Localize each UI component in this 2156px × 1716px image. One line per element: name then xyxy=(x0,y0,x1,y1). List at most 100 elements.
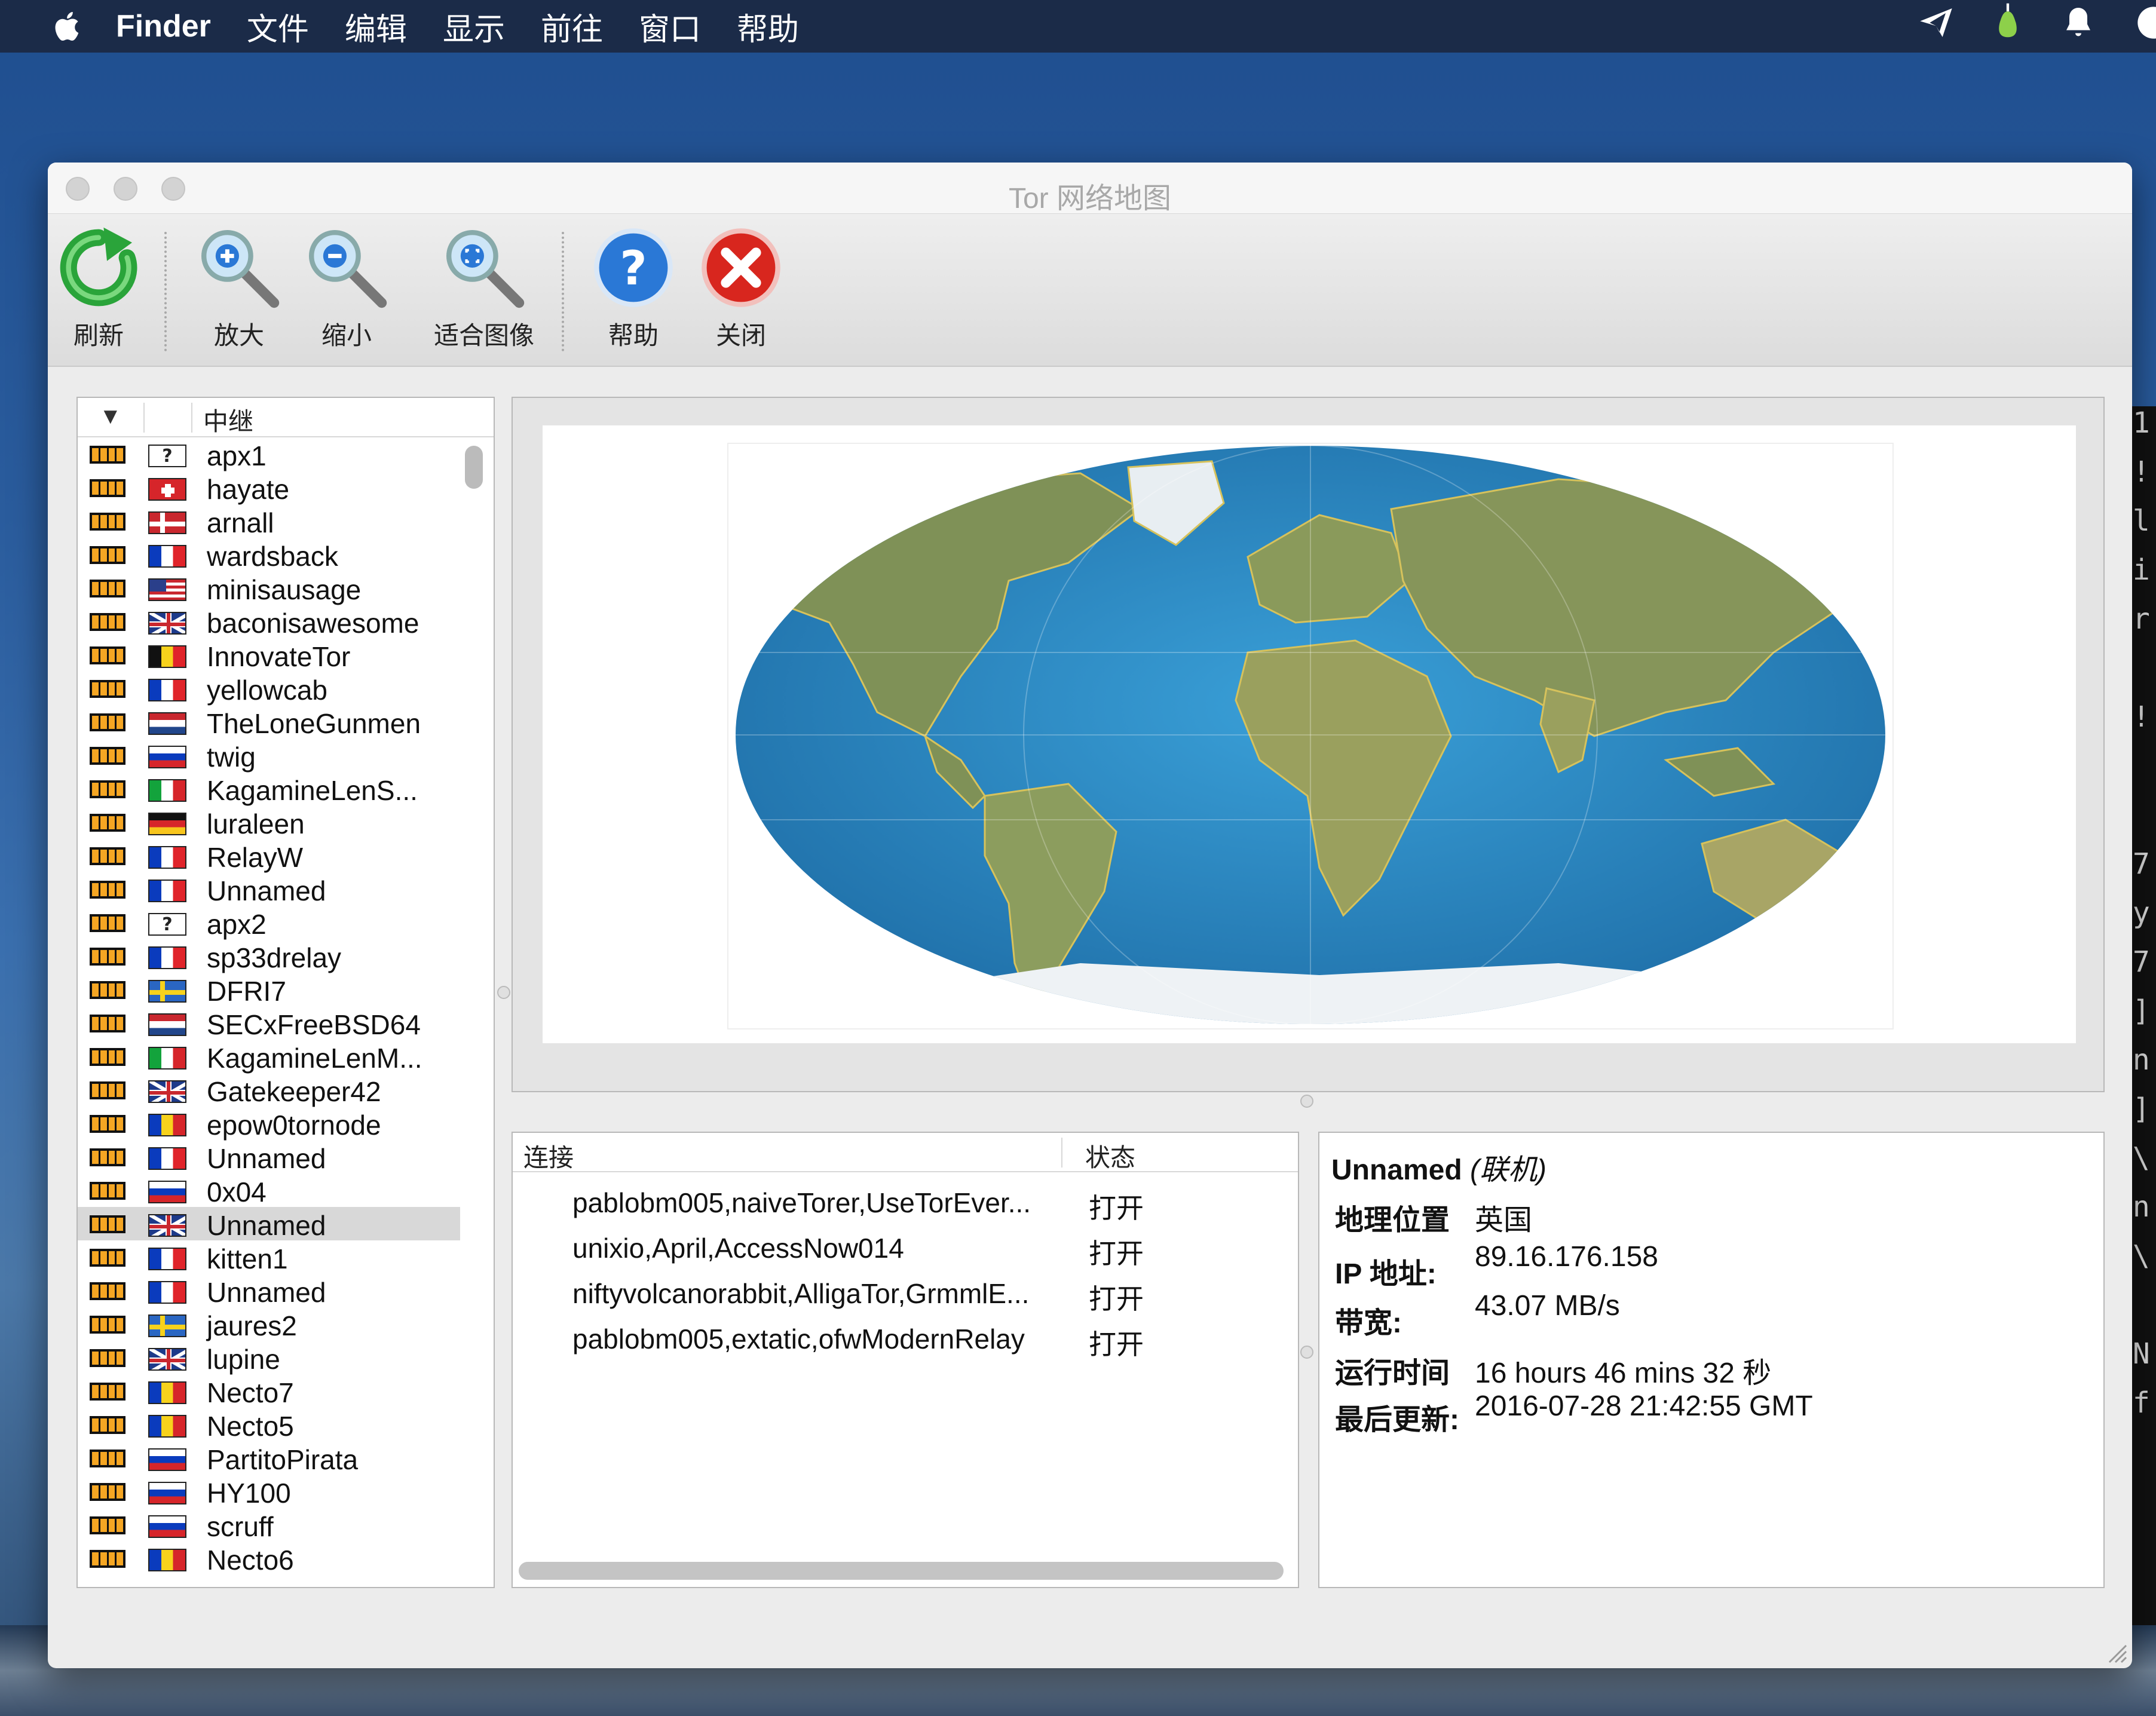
relay-row[interactable]: RelayW xyxy=(78,839,460,873)
relay-column-header[interactable]: 中继 xyxy=(203,402,253,438)
relay-row[interactable]: sp33drelay xyxy=(78,939,460,973)
relay-row[interactable]: lupine xyxy=(78,1341,460,1375)
bandwidth-icon xyxy=(90,1282,125,1300)
menu-file[interactable]: 文件 xyxy=(247,4,309,49)
bandwidth-icon xyxy=(90,1516,125,1534)
relay-row[interactable]: Unnamed xyxy=(78,1140,460,1174)
bandwidth-icon xyxy=(90,1550,125,1568)
relay-row[interactable]: 0x04 xyxy=(78,1173,460,1208)
relay-row[interactable]: ? apx1 xyxy=(78,437,460,471)
relay-row[interactable]: arnall xyxy=(78,504,460,538)
relay-row[interactable]: KagamineLenM... xyxy=(78,1040,460,1074)
relay-row[interactable]: epow0tornode xyxy=(78,1107,460,1141)
relay-row[interactable]: yellowcab xyxy=(78,672,460,706)
bandwidth-icon xyxy=(90,814,125,832)
relay-row[interactable]: kitten1 xyxy=(78,1240,460,1274)
relay-name: Unnamed xyxy=(207,1210,326,1241)
connection-column-header[interactable]: 连接 xyxy=(523,1138,574,1174)
relay-row[interactable]: scruff xyxy=(78,1508,460,1542)
menu-bar: Finder 文件 编辑 显示 前往 窗口 帮助 xyxy=(0,0,2156,53)
connection-row[interactable]: pablobm005,naiveTorer,UseTorEver... 打开 xyxy=(513,1181,1298,1226)
split-handle-inner[interactable] xyxy=(1300,1346,1313,1359)
relay-row[interactable]: KagamineLenS... xyxy=(78,772,460,806)
refresh-button[interactable]: 刷新 xyxy=(54,214,143,367)
title-bar[interactable]: Tor 网络地图 xyxy=(48,163,2132,214)
relay-row[interactable]: PartitoPirata xyxy=(78,1441,460,1475)
menu-edit[interactable]: 编辑 xyxy=(345,4,407,49)
menu-help[interactable]: 帮助 xyxy=(737,4,799,49)
relay-row[interactable]: wardsback xyxy=(78,538,460,572)
relay-info-name: Unnamed xyxy=(1331,1154,1462,1186)
connections-scrollbar[interactable] xyxy=(519,1562,1284,1580)
paper-plane-icon[interactable] xyxy=(1917,4,1955,50)
help-button[interactable]: ? 帮助 xyxy=(586,214,681,367)
relay-row[interactable]: SECxFreeBSD64 xyxy=(78,1006,460,1040)
pear-icon[interactable] xyxy=(1991,2,2025,51)
relay-info-state: (联机) xyxy=(1470,1154,1547,1186)
relay-name: kitten1 xyxy=(207,1243,288,1274)
relay-row[interactable]: HY100 xyxy=(78,1475,460,1509)
zoom-out-button[interactable]: 缩小 xyxy=(299,214,394,367)
relay-row[interactable]: Necto7 xyxy=(78,1374,460,1408)
help-icon: ? xyxy=(594,228,673,307)
zoom-in-button[interactable]: 放大 xyxy=(191,214,287,367)
country-flag-icon xyxy=(148,645,186,668)
relay-row[interactable]: luraleen xyxy=(78,805,460,839)
close-label: 关闭 xyxy=(715,321,766,350)
country-flag-icon xyxy=(148,578,186,601)
relay-row[interactable]: Unnamed xyxy=(78,1274,460,1308)
relay-row[interactable]: Unnamed xyxy=(78,872,460,906)
relay-row[interactable]: DFRI7 xyxy=(78,973,460,1007)
country-flag-icon xyxy=(148,1248,186,1270)
relay-row[interactable]: baconisawesome xyxy=(78,605,460,639)
apple-icon[interactable] xyxy=(50,8,86,44)
bandwidth-icon xyxy=(90,1215,125,1233)
sort-indicator[interactable]: ▼ xyxy=(99,404,122,430)
map-canvas[interactable] xyxy=(543,425,2076,1043)
last-updated-label: 最后更新: xyxy=(1335,1404,1459,1436)
ip-label: IP 地址: xyxy=(1335,1258,1437,1290)
relay-row[interactable]: minisausage xyxy=(78,571,460,605)
relay-name: Necto5 xyxy=(207,1411,294,1442)
relay-name: luraleen xyxy=(207,808,305,839)
relay-name: twig xyxy=(207,741,256,773)
relay-row[interactable]: Gatekeeper42 xyxy=(78,1073,460,1107)
world-map-image[interactable] xyxy=(543,425,2076,1043)
country-flag-icon xyxy=(148,880,186,902)
relay-row[interactable]: InnovateTor xyxy=(78,638,460,672)
relay-row[interactable]: TheLoneGunmen xyxy=(78,705,460,739)
relay-name: scruff xyxy=(207,1511,274,1542)
fit-image-button[interactable]: 适合图像 xyxy=(418,214,550,367)
chat-icon[interactable] xyxy=(2132,4,2156,50)
resize-grip-icon[interactable] xyxy=(2105,1641,2129,1665)
bandwidth-icon xyxy=(90,1015,125,1032)
relay-row[interactable]: jaures2 xyxy=(78,1307,460,1341)
relay-row[interactable]: ? apx2 xyxy=(78,906,460,940)
relay-name: Unnamed xyxy=(207,1277,326,1308)
menu-finder[interactable]: Finder xyxy=(116,8,211,44)
relay-list-scrollbar[interactable] xyxy=(465,446,483,489)
country-flag-icon xyxy=(148,1147,186,1170)
close-button[interactable]: 关闭 xyxy=(693,214,789,367)
split-handle-vertical[interactable] xyxy=(497,986,510,999)
bell-icon[interactable] xyxy=(2060,4,2096,50)
relay-row[interactable]: Necto5 xyxy=(78,1408,460,1442)
relay-row[interactable]: Unnamed xyxy=(78,1207,460,1241)
connection-row[interactable]: unixio,April,AccessNow014 打开 xyxy=(513,1226,1298,1271)
menu-window[interactable]: 窗口 xyxy=(639,4,701,49)
relay-row[interactable]: Necto6 xyxy=(78,1542,460,1576)
status-column-header[interactable]: 状态 xyxy=(1085,1138,1135,1174)
relay-row[interactable]: twig xyxy=(78,739,460,773)
location-value: 英国 xyxy=(1475,1205,1533,1236)
menu-go[interactable]: 前往 xyxy=(541,4,603,49)
split-handle-horizontal[interactable] xyxy=(1300,1095,1313,1108)
relay-row[interactable]: hayate xyxy=(78,471,460,505)
country-flag-icon xyxy=(148,1181,186,1203)
connection-row[interactable]: niftyvolcanorabbit,AlligaTor,GrmmlE... 打开 xyxy=(513,1271,1298,1317)
country-flag-icon xyxy=(148,1314,186,1337)
relay-name: RelayW xyxy=(207,842,304,873)
bandwidth-icon xyxy=(90,1148,125,1166)
location-label: 地理位置 xyxy=(1335,1205,1450,1236)
menu-view[interactable]: 显示 xyxy=(443,4,505,49)
connection-row[interactable]: pablobm005,extatic,ofwModernRelay 打开 xyxy=(513,1317,1298,1362)
